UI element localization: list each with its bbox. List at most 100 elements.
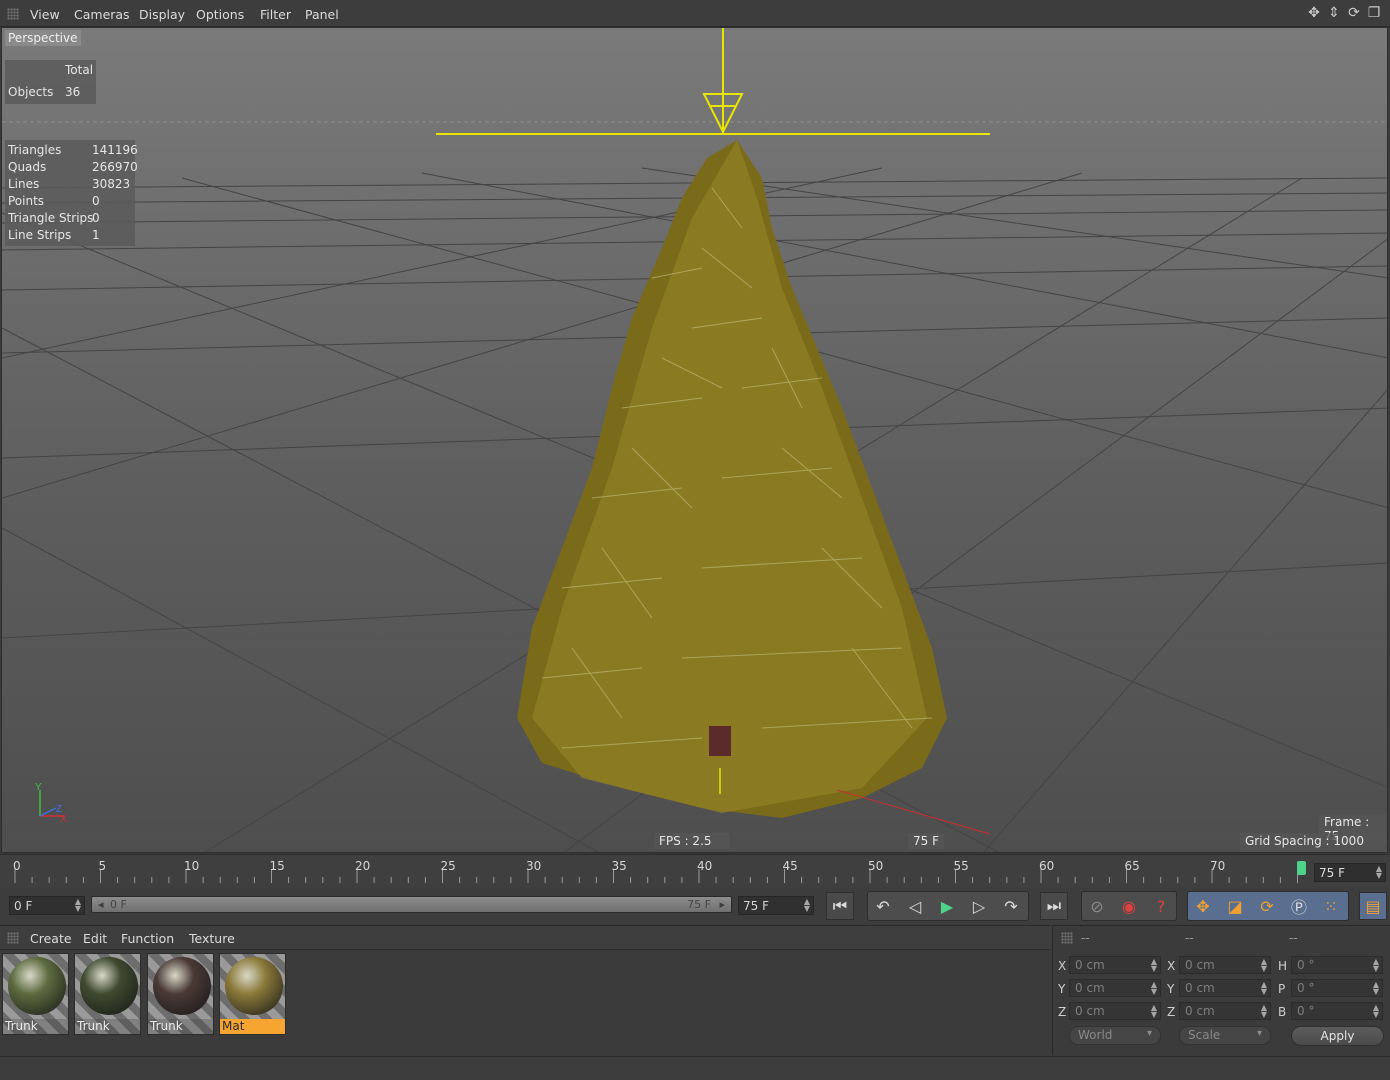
camera-label[interactable]: Perspective <box>5 30 81 46</box>
scale-icon: ◪ <box>1227 896 1243 916</box>
timeline-window-button[interactable]: ▤ <box>1359 892 1387 920</box>
start-frame-field[interactable]: 0 F ▲ ▼ <box>9 896 85 915</box>
spinner-icon[interactable]: ▲ ▼ <box>1261 981 1267 996</box>
position-x-field[interactable]: 0 cm ▲ ▼ <box>1069 956 1161 974</box>
next-frame-button[interactable]: ▷ <box>965 892 993 920</box>
parameter-key-button[interactable]: Ⓟ <box>1285 892 1313 920</box>
auto-key-button[interactable]: ◉ <box>1115 892 1143 920</box>
material-swatch-mat[interactable]: Mat <box>219 953 286 1035</box>
record-key-button[interactable]: ⊘ <box>1083 892 1111 920</box>
keyframe-selection-button[interactable]: ? <box>1147 892 1175 920</box>
stat-value: 0 <box>92 194 100 208</box>
grip-icon[interactable] <box>7 8 19 20</box>
axis-label: Y <box>1167 982 1175 996</box>
spinner-icon[interactable]: ▲ ▼ <box>1151 1004 1157 1019</box>
christmas-tree-model[interactable] <box>517 140 947 818</box>
menu-filter[interactable]: Filter <box>260 7 291 22</box>
viewport-menubar: View Cameras Display Options Filter Pane… <box>0 0 1390 27</box>
timeline-ruler[interactable]: 0 5 10 15 20 25 30 35 40 45 50 55 60 65 70 75 F ▲ ▼ <box>0 854 1390 888</box>
menu-options[interactable]: Options <box>196 7 244 22</box>
stat-value: 30823 <box>92 177 131 191</box>
size-y-field[interactable]: 0 cm ▲ ▼ <box>1179 979 1271 997</box>
material-menubar: Create Edit Function Texture <box>0 926 1050 950</box>
range-right-arrow-icon[interactable]: ▸ <box>719 898 725 911</box>
transport-bar: 0 F ▲ ▼ ◂ 0 F 75 F ▸ 75 F ▲ ▼ ⏮ ↶ ◁ ▶ ▷ ↷ ⏭ … <box>0 888 1390 924</box>
scale-key-button[interactable]: ◪ <box>1221 892 1249 920</box>
material-swatch-trunk[interactable]: Trunk <box>74 953 141 1035</box>
objects-header: Total <box>65 63 94 77</box>
stat-label: Triangle Strips <box>8 211 94 225</box>
stat-row: Triangle Strips 0 <box>8 211 133 225</box>
position-key-button[interactable]: ✥ <box>1189 892 1217 920</box>
tick-label: 50 <box>868 859 884 873</box>
tree-trunk <box>709 726 731 756</box>
rotation-h-field[interactable]: 0 ° ▲ ▼ <box>1291 956 1383 974</box>
status-bar <box>0 1056 1390 1080</box>
stat-row: Quads 266970 <box>8 160 138 174</box>
range-left-arrow-icon[interactable]: ◂ <box>98 898 104 911</box>
menu-panel[interactable]: Panel <box>305 7 339 22</box>
tick-label: 70 <box>1210 859 1226 873</box>
range-end-label: 75 F <box>687 898 711 911</box>
maximize-view-icon[interactable]: ❐ <box>1366 5 1382 21</box>
rotation-b-field[interactable]: 0 ° ▲ ▼ <box>1291 1002 1383 1020</box>
preview-range-slider[interactable]: ◂ 0 F 75 F ▸ <box>91 896 732 913</box>
position-z-field[interactable]: 0 cm ▲ ▼ <box>1069 1002 1161 1020</box>
playhead-marker[interactable] <box>1296 861 1306 875</box>
material-swatch-trunk[interactable]: Trunk <box>2 953 69 1035</box>
size-mode-dropdown[interactable]: Scale <box>1179 1026 1271 1045</box>
menu-texture[interactable]: Texture <box>189 931 235 946</box>
size-z-field[interactable]: 0 cm ▲ ▼ <box>1179 1002 1271 1020</box>
field-value: 0 cm <box>1185 1004 1215 1018</box>
spinner-icon[interactable]: ▲ ▼ <box>1373 1004 1379 1019</box>
tick-label: 55 <box>953 859 969 873</box>
3d-viewport[interactable]: Y Z X Perspective Total Objects 36 Trian… <box>1 27 1388 853</box>
spinner-icon[interactable]: ▲ ▼ <box>804 898 810 913</box>
menu-display[interactable]: Display <box>139 7 185 22</box>
menu-view[interactable]: View <box>30 7 60 22</box>
menu-create[interactable]: Create <box>30 931 72 946</box>
go-to-end-button[interactable]: ⏭ <box>1040 892 1068 920</box>
menu-cameras[interactable]: Cameras <box>74 7 130 22</box>
material-swatch-trunk[interactable]: Trunk <box>147 953 214 1035</box>
menu-function[interactable]: Function <box>121 931 174 946</box>
move-view-icon[interactable]: ✥ <box>1306 5 1322 21</box>
rotate-view-icon[interactable]: ⟳ <box>1346 5 1362 21</box>
go-to-start-button[interactable]: ⏮ <box>826 892 854 920</box>
position-y-field[interactable]: 0 cm ▲ ▼ <box>1069 979 1161 997</box>
field-value: 0 cm <box>1075 958 1105 972</box>
end-frame-field[interactable]: 75 F ▲ ▼ <box>738 896 814 915</box>
dolly-view-icon[interactable]: ⇕ <box>1326 5 1342 21</box>
step-back-icon: ◁ <box>908 896 922 916</box>
grip-icon[interactable] <box>7 932 19 944</box>
spinner-icon[interactable]: ▲ ▼ <box>1376 865 1382 880</box>
play-button[interactable]: ▶ <box>933 892 961 920</box>
spinner-icon[interactable]: ▲ ▼ <box>1261 958 1267 973</box>
next-key-button[interactable]: ↷ <box>997 892 1025 920</box>
current-frame-field[interactable]: 75 F ▲ ▼ <box>1314 863 1386 882</box>
rotation-p-field[interactable]: 0 ° ▲ ▼ <box>1291 979 1383 997</box>
prev-frame-button[interactable]: ◁ <box>901 892 929 920</box>
tick-label: 40 <box>697 859 713 873</box>
spinner-icon[interactable]: ▲ ▼ <box>1261 1004 1267 1019</box>
scene-canvas[interactable]: Y Z X <box>2 28 1388 853</box>
rotation-key-button[interactable]: ⟳ <box>1253 892 1281 920</box>
axis-label: X <box>1058 959 1067 973</box>
spinner-icon[interactable]: ▲ ▼ <box>1373 981 1379 996</box>
size-header: -- <box>1185 931 1194 945</box>
grip-icon[interactable] <box>1061 932 1073 944</box>
spinner-icon[interactable]: ▲ ▼ <box>1151 981 1157 996</box>
axis-x-label: X <box>60 814 67 825</box>
coordinate-space-dropdown[interactable]: World <box>1069 1026 1161 1045</box>
axis-label: B <box>1278 1005 1287 1019</box>
prev-key-button[interactable]: ↶ <box>869 892 897 920</box>
objects-label: Objects <box>8 85 54 99</box>
spinner-icon[interactable]: ▲ ▼ <box>75 898 81 913</box>
apply-button[interactable]: Apply <box>1291 1026 1384 1046</box>
spinner-icon[interactable]: ▲ ▼ <box>1151 958 1157 973</box>
size-x-field[interactable]: 0 cm ▲ ▼ <box>1179 956 1271 974</box>
point-level-button[interactable]: ⁙ <box>1317 892 1345 920</box>
menu-edit[interactable]: Edit <box>83 931 107 946</box>
axis-label: X <box>1167 959 1176 973</box>
spinner-icon[interactable]: ▲ ▼ <box>1373 958 1379 973</box>
